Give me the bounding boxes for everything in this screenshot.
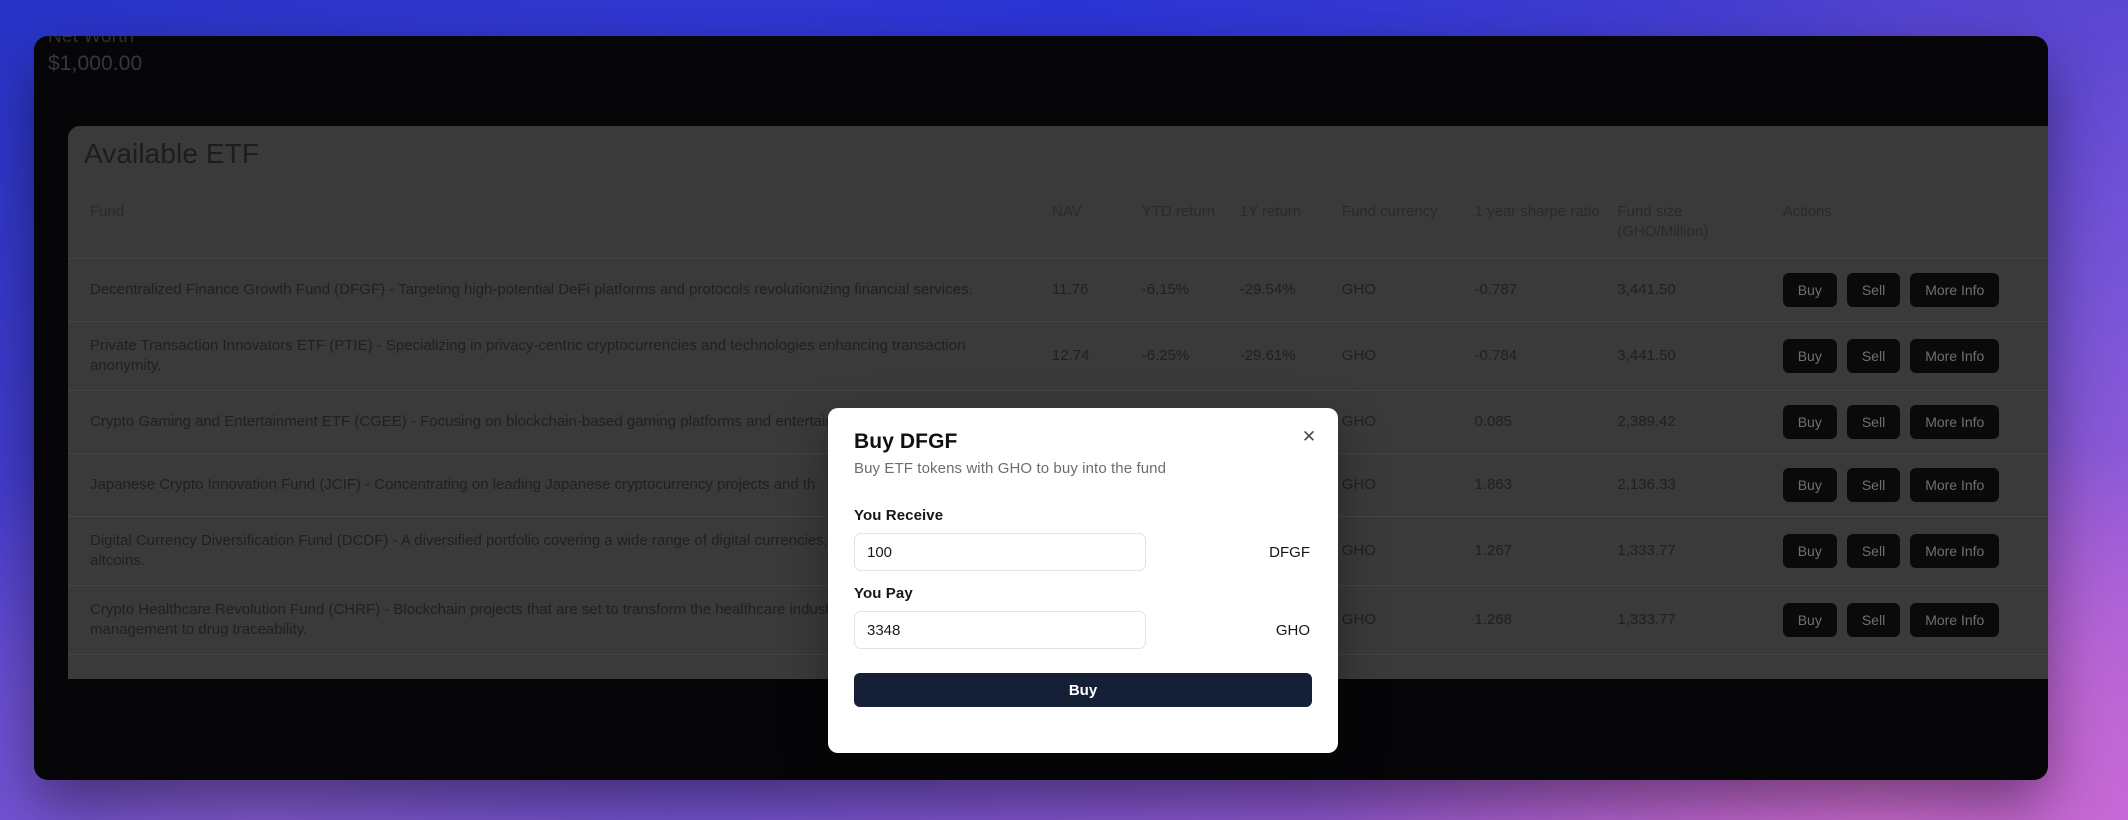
fund-actions: Buy Sell More Info [1774, 453, 2048, 517]
column-header-fund[interactable]: Fund [68, 194, 1046, 259]
action-button-group: Buy Sell More Info [1782, 405, 2048, 439]
fund-actions: Buy Sell More Info [1774, 258, 2048, 322]
modal-title: Buy DFGF [854, 430, 958, 453]
buy-button[interactable]: Buy [1782, 273, 1837, 307]
action-button-group: Buy Sell More Info [1782, 603, 2048, 637]
column-header-actions: Actions [1774, 194, 2048, 259]
sell-button[interactable]: Sell [1846, 468, 1901, 502]
more-info-button[interactable]: More Info [1910, 603, 2000, 637]
fund-sharpe-ratio: 1.268 [1468, 585, 1612, 655]
fund-sharpe-ratio: -0.787 [1468, 258, 1612, 322]
more-info-button[interactable]: More Info [1910, 468, 2000, 502]
buy-button[interactable]: Buy [1782, 339, 1837, 373]
sell-button[interactable]: Sell [1846, 603, 1901, 637]
fund-1y-return: -29.61% [1233, 321, 1336, 391]
action-button-group: Buy Sell More Info [1782, 339, 2048, 373]
fund-currency: GHO [1335, 321, 1469, 391]
table-row: Decentralized Finance Growth Fund (DFGF)… [68, 258, 2048, 322]
column-header-fund-currency[interactable]: Fund currency [1335, 194, 1469, 259]
fund-nav: 12.74 [1045, 321, 1136, 391]
fund-1y-return: -29.54% [1233, 258, 1336, 322]
fund-currency: GHO [1335, 516, 1469, 586]
fund-ytd-return: -6.25% [1135, 321, 1234, 391]
table-header-row: Fund NAV YTD return 1Y return Fund curre… [68, 194, 2048, 259]
buy-button[interactable]: Buy [1782, 405, 1837, 439]
fund-name: Decentralized Finance Growth Fund (DFGF)… [68, 258, 1046, 322]
sell-button[interactable]: Sell [1846, 273, 1901, 307]
net-worth-label: Net Worth [48, 36, 135, 47]
column-header-1y-return[interactable]: 1Y return [1233, 194, 1336, 259]
fund-size: 2,389.42 [1611, 390, 1775, 454]
you-receive-row: DFGF [854, 533, 1312, 571]
more-info-button[interactable]: More Info [1910, 405, 2000, 439]
fund-sharpe-ratio: 1.267 [1468, 516, 1612, 586]
action-button-group: Buy Sell More Info [1782, 534, 2048, 568]
fund-sharpe-ratio: 0.085 [1468, 390, 1612, 454]
action-button-group: Buy Sell More Info [1782, 468, 2048, 502]
fund-nav: 11.76 [1045, 258, 1136, 322]
column-header-nav[interactable]: NAV [1045, 194, 1136, 259]
buy-button[interactable]: Buy [1782, 603, 1837, 637]
fund-actions: Buy Sell More Info [1774, 321, 2048, 391]
you-receive-input[interactable] [854, 533, 1146, 571]
fund-size: 1,333.77 [1611, 516, 1775, 586]
modal-subtitle: Buy ETF tokens with GHO to buy into the … [854, 460, 1167, 477]
etf-table-header: Fund NAV YTD return 1Y return Fund curre… [68, 194, 2048, 259]
fund-size: 3,441.50 [1611, 321, 1775, 391]
you-receive-symbol: DFGF [1269, 543, 1310, 561]
fund-size: 2,136.33 [1611, 453, 1775, 517]
you-pay-input[interactable] [854, 611, 1146, 649]
more-info-button[interactable]: More Info [1910, 339, 2000, 373]
fund-currency: GHO [1335, 258, 1469, 322]
more-info-button[interactable]: More Info [1910, 273, 2000, 307]
fund-currency: GHO [1335, 453, 1469, 517]
you-pay-symbol: GHO [1275, 621, 1310, 639]
buy-button[interactable]: Buy [1782, 534, 1837, 568]
column-header-fund-size[interactable]: Fund size (GHO/Million) [1611, 194, 1775, 259]
fund-actions: Buy Sell More Info [1774, 516, 2048, 586]
fund-name: Private Transaction Innovators ETF (PTIE… [68, 321, 1046, 391]
fund-currency: GHO [1335, 585, 1469, 655]
buy-modal: ✕ Buy DFGF Buy ETF tokens with GHO to bu… [828, 408, 1338, 753]
table-row: Private Transaction Innovators ETF (PTIE… [68, 321, 2048, 391]
you-pay-label: You Pay [854, 585, 913, 602]
page-title: Available ETF [84, 138, 260, 169]
app-window: Net Worth $1,000.00 Available ETF Fund N… [34, 36, 2048, 780]
fund-sharpe-ratio: -0.784 [1468, 321, 1612, 391]
fund-sharpe-ratio: 1.863 [1468, 453, 1612, 517]
column-header-sharpe-ratio[interactable]: 1 year sharpe ratio [1468, 194, 1612, 259]
close-icon[interactable]: ✕ [1298, 425, 1320, 447]
buy-button[interactable]: Buy [1782, 468, 1837, 502]
sell-button[interactable]: Sell [1846, 339, 1901, 373]
sell-button[interactable]: Sell [1846, 534, 1901, 568]
fund-actions: Buy Sell More Info [1774, 390, 2048, 454]
more-info-button[interactable]: More Info [1910, 534, 2000, 568]
fund-currency: GHO [1335, 390, 1469, 454]
action-button-group: Buy Sell More Info [1782, 273, 2048, 307]
sell-button[interactable]: Sell [1846, 405, 1901, 439]
column-header-ytd-return[interactable]: YTD return [1135, 194, 1234, 259]
fund-actions: Buy Sell More Info [1774, 585, 2048, 655]
net-worth-block: Net Worth $1,000.00 [48, 36, 142, 78]
fund-size: 1,333.77 [1611, 585, 1775, 655]
fund-size: 3,441.50 [1611, 258, 1775, 322]
net-worth-value: $1,000.00 [48, 52, 143, 75]
fund-ytd-return: -6.15% [1135, 258, 1234, 322]
modal-buy-button[interactable]: Buy [854, 673, 1312, 707]
you-receive-label: You Receive [854, 507, 944, 524]
you-pay-row: GHO [854, 611, 1312, 649]
